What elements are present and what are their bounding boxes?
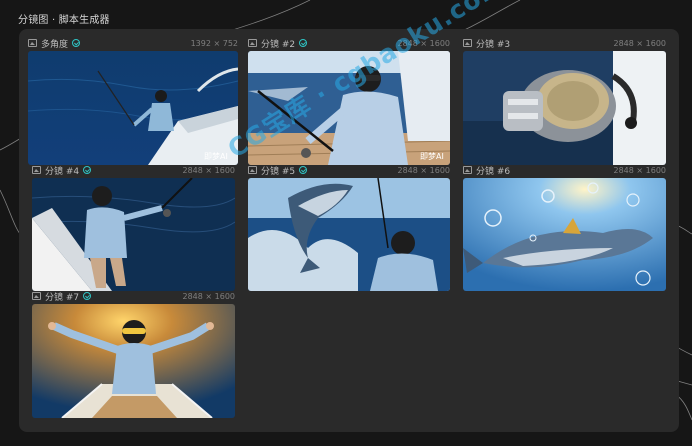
storyboard-thumbnail[interactable]: [463, 178, 666, 291]
image-icon: [248, 39, 257, 47]
storyboard-thumbnail[interactable]: [32, 304, 235, 418]
image-icon: [463, 39, 472, 47]
card-size: 1392 × 752: [190, 38, 238, 48]
card-label: 分镜 #3: [476, 39, 511, 50]
storyboard-thumbnail[interactable]: [32, 178, 235, 291]
check-circle-icon[interactable]: [72, 39, 81, 47]
card-header: 分镜 #3 2848 × 1600: [463, 36, 666, 50]
card-size: 2848 × 1600: [182, 291, 235, 301]
card-size: 2848 × 1600: [182, 165, 235, 175]
storyboard-thumbnail[interactable]: [463, 51, 666, 165]
card-label: 分镜 #7: [45, 292, 80, 303]
image-icon: [248, 166, 257, 174]
card-size: 2848 × 1600: [613, 38, 666, 48]
card-label: 分镜 #4: [45, 166, 80, 177]
card-header: 分镜 #6 2848 × 1600: [463, 163, 666, 177]
page-title: 分镜图 · 脚本生成器: [18, 15, 110, 26]
storyboard-card-3[interactable]: 分镜 #3 2848 × 1600: [463, 36, 666, 165]
image-icon: [463, 166, 472, 174]
storyboard-card-6[interactable]: 分镜 #6 2848 × 1600: [463, 163, 666, 291]
storyboard-thumbnail[interactable]: [248, 178, 450, 291]
card-label: 多角度: [41, 39, 69, 50]
card-header: 分镜 #5 2848 × 1600: [248, 163, 450, 177]
image-icon: [32, 166, 41, 174]
storyboard-card-1[interactable]: 多角度 1392 × 752 即梦AI: [28, 36, 238, 165]
image-icon: [32, 292, 41, 300]
card-label: 分镜 #2: [261, 39, 296, 50]
storyboard-thumbnail[interactable]: 即梦AI: [28, 51, 238, 165]
image-icon: [28, 39, 37, 47]
ai-watermark: 即梦AI: [420, 152, 444, 161]
ai-watermark: 即梦AI: [204, 152, 228, 161]
check-circle-icon[interactable]: [83, 292, 92, 300]
card-label: 分镜 #6: [476, 166, 511, 177]
card-label: 分镜 #5: [261, 166, 296, 177]
check-circle-icon[interactable]: [83, 166, 92, 174]
storyboard-card-7[interactable]: 分镜 #7 2848 × 1600: [32, 289, 235, 418]
storyboard-card-4[interactable]: 分镜 #4 2848 × 1600: [32, 163, 235, 291]
card-header: 分镜 #7 2848 × 1600: [32, 289, 235, 303]
card-header: 分镜 #4 2848 × 1600: [32, 163, 235, 177]
check-circle-icon[interactable]: [299, 166, 308, 174]
check-circle-icon[interactable]: [299, 39, 308, 47]
card-header: 多角度 1392 × 752: [28, 36, 238, 50]
card-size: 2848 × 1600: [397, 165, 450, 175]
card-size: 2848 × 1600: [613, 165, 666, 175]
storyboard-card-5[interactable]: 分镜 #5 2848 × 1600: [248, 163, 450, 291]
